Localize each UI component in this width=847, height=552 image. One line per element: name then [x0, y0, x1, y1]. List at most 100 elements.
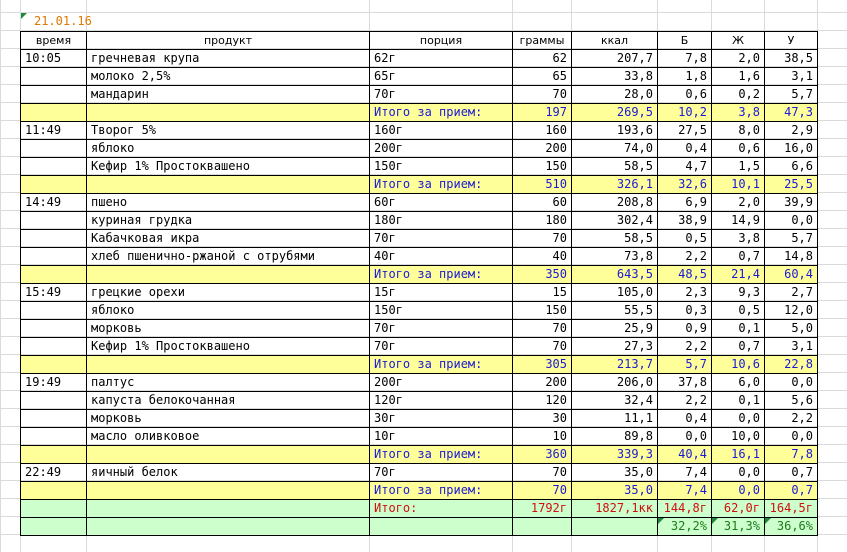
- cell-grams[interactable]: 200: [512, 139, 572, 158]
- cell-grams[interactable]: 30: [512, 409, 572, 428]
- cell-kcal[interactable]: 339,3: [571, 445, 658, 464]
- cell-carbs[interactable]: 14,8: [764, 247, 818, 266]
- cell-product[interactable]: яблоко: [86, 139, 370, 158]
- cell-kcal[interactable]: 32,4: [571, 391, 658, 410]
- cell-kcal[interactable]: 105,0: [571, 283, 658, 302]
- cell-product[interactable]: Кабачковая икра: [86, 229, 370, 248]
- cell-time[interactable]: 10:05: [20, 49, 87, 68]
- cell-fat[interactable]: 0,0: [711, 409, 765, 428]
- cell-empty[interactable]: [369, 517, 513, 536]
- grand-total-label[interactable]: Итого:: [369, 499, 513, 518]
- cell-protein[interactable]: 7,8: [657, 49, 712, 68]
- cell-kcal[interactable]: 27,3: [571, 337, 658, 356]
- grand-total-carbs[interactable]: 164,5г: [764, 499, 818, 518]
- cell-fat[interactable]: 8,0: [711, 121, 765, 140]
- cell-product[interactable]: [86, 445, 370, 464]
- percent-protein[interactable]: 32,2%: [657, 517, 712, 536]
- cell-protein[interactable]: 1,8: [657, 67, 712, 86]
- cell-portion[interactable]: 65г: [369, 67, 513, 86]
- cell-time[interactable]: [20, 229, 87, 248]
- cell-fat[interactable]: 10,6: [711, 355, 765, 374]
- cell-product[interactable]: грецкие орехи: [86, 283, 370, 302]
- cell-grams[interactable]: 62: [512, 49, 572, 68]
- cell-fat[interactable]: 3,8: [711, 229, 765, 248]
- cell-carbs[interactable]: 2,9: [764, 121, 818, 140]
- cell-time[interactable]: [20, 265, 87, 284]
- cell-grams[interactable]: 70: [512, 319, 572, 338]
- cell-time[interactable]: 15:49: [20, 283, 87, 302]
- header-protein[interactable]: Б: [657, 31, 712, 50]
- cell-carbs[interactable]: 0,7: [764, 481, 818, 500]
- cell-grams[interactable]: 305: [512, 355, 572, 374]
- cell-fat[interactable]: 14,9: [711, 211, 765, 230]
- cell-product[interactable]: масло оливковое: [86, 427, 370, 446]
- cell-carbs[interactable]: 0,0: [764, 373, 818, 392]
- cell-portion[interactable]: 40г: [369, 247, 513, 266]
- cell-kcal[interactable]: 193,6: [571, 121, 658, 140]
- grand-total-kcal[interactable]: 1827,1кк: [571, 499, 658, 518]
- cell-portion[interactable]: 70г: [369, 85, 513, 104]
- cell-carbs[interactable]: 38,5: [764, 49, 818, 68]
- cell-product[interactable]: [86, 103, 370, 122]
- cell-time[interactable]: [20, 427, 87, 446]
- cell-grams[interactable]: 40: [512, 247, 572, 266]
- cell-grams[interactable]: 70: [512, 481, 572, 500]
- cell-empty[interactable]: [512, 517, 572, 536]
- cell-fat[interactable]: 10,0: [711, 427, 765, 446]
- cell-grams[interactable]: 510: [512, 175, 572, 194]
- cell-fat[interactable]: 0,0: [711, 463, 765, 482]
- percent-carbs[interactable]: 36,6%: [764, 517, 818, 536]
- cell-carbs[interactable]: 16,0: [764, 139, 818, 158]
- header-kcal[interactable]: ккал: [571, 31, 658, 50]
- cell-time[interactable]: [20, 391, 87, 410]
- subtotal-label[interactable]: Итого за прием:: [369, 103, 513, 122]
- cell-product[interactable]: [86, 265, 370, 284]
- cell-carbs[interactable]: 6,6: [764, 157, 818, 176]
- cell-fat[interactable]: 16,1: [711, 445, 765, 464]
- cell-grams[interactable]: 200: [512, 373, 572, 392]
- cell-fat[interactable]: 0,1: [711, 319, 765, 338]
- cell-protein[interactable]: 2,2: [657, 391, 712, 410]
- cell-kcal[interactable]: 25,9: [571, 319, 658, 338]
- cell-kcal[interactable]: 11,1: [571, 409, 658, 428]
- cell-product[interactable]: пшено: [86, 193, 370, 212]
- cell-kcal[interactable]: 74,0: [571, 139, 658, 158]
- cell-product[interactable]: гречневая крупа: [86, 49, 370, 68]
- cell-time[interactable]: [20, 67, 87, 86]
- cell-portion[interactable]: 120г: [369, 391, 513, 410]
- cell-protein[interactable]: 38,9: [657, 211, 712, 230]
- cell-grams[interactable]: 180: [512, 211, 572, 230]
- cell-fat[interactable]: 0,5: [711, 301, 765, 320]
- cell-protein[interactable]: 0,0: [657, 427, 712, 446]
- cell-grams[interactable]: 150: [512, 301, 572, 320]
- cell-carbs[interactable]: 5,7: [764, 85, 818, 104]
- cell-protein[interactable]: 37,8: [657, 373, 712, 392]
- cell-time[interactable]: 14:49: [20, 193, 87, 212]
- cell-protein[interactable]: 48,5: [657, 265, 712, 284]
- cell-portion[interactable]: 180г: [369, 211, 513, 230]
- header-product[interactable]: продукт: [86, 31, 370, 50]
- grand-total-grams[interactable]: 1792г: [512, 499, 572, 518]
- cell-protein[interactable]: 0,4: [657, 139, 712, 158]
- cell-portion[interactable]: 70г: [369, 337, 513, 356]
- cell-carbs[interactable]: 0,0: [764, 427, 818, 446]
- subtotal-label[interactable]: Итого за прием:: [369, 445, 513, 464]
- cell-portion[interactable]: 150г: [369, 157, 513, 176]
- cell-grams[interactable]: 150: [512, 157, 572, 176]
- cell-protein[interactable]: 2,2: [657, 247, 712, 266]
- subtotal-label[interactable]: Итого за прием:: [369, 175, 513, 194]
- cell-time[interactable]: 22:49: [20, 463, 87, 482]
- cell-grams[interactable]: 70: [512, 337, 572, 356]
- cell-portion[interactable]: 60г: [369, 193, 513, 212]
- cell-time[interactable]: 11:49: [20, 121, 87, 140]
- header-fat[interactable]: Ж: [711, 31, 765, 50]
- cell-carbs[interactable]: 2,7: [764, 283, 818, 302]
- cell-time[interactable]: [20, 157, 87, 176]
- cell-time[interactable]: [20, 139, 87, 158]
- percent-fat[interactable]: 31,3%: [711, 517, 765, 536]
- cell-protein[interactable]: 2,3: [657, 283, 712, 302]
- cell-fat[interactable]: 21,4: [711, 265, 765, 284]
- cell-carbs[interactable]: 5,0: [764, 319, 818, 338]
- cell-time[interactable]: [20, 211, 87, 230]
- cell-portion[interactable]: 200г: [369, 373, 513, 392]
